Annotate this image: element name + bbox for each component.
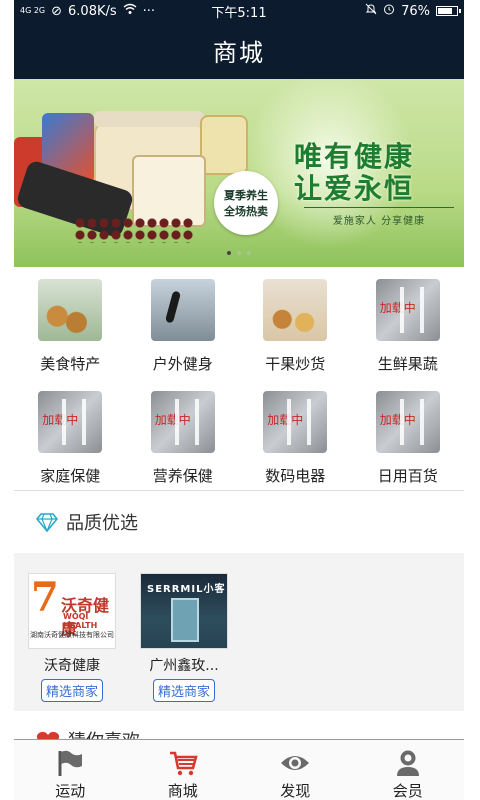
eye-icon: [281, 756, 310, 770]
category-item[interactable]: 干果炒货: [239, 267, 352, 379]
bottom-tab-bar: 运动 商城 发现 会员: [14, 739, 464, 800]
user-icon: [396, 750, 419, 776]
tab-label: 发现: [280, 782, 311, 800]
merchant-tag-button[interactable]: 精选商家: [152, 679, 215, 702]
tab-mall[interactable]: 商城: [127, 740, 240, 800]
merchant-logo: 7 沃奇健康 WOQI HEALTH 湖南沃奇健康科技有限公司: [28, 573, 116, 649]
tab-member[interactable]: 会员: [352, 740, 465, 800]
category-item[interactable]: 加载中 营养保健: [127, 379, 240, 491]
flag-icon: [58, 750, 83, 776]
app-frame: 4G 2G ⊘ 6.08K/s ··· 下午5:11 76% 商城 夏季养生 全…: [14, 0, 464, 800]
category-item[interactable]: 加载中 日用百货: [352, 379, 465, 491]
pills-image: [74, 217, 194, 243]
more-icon: ···: [142, 3, 156, 19]
diamond-icon: [36, 513, 58, 532]
banner-carousel[interactable]: 夏季养生 全场热卖 唯有健康 让爱永恒 爱施家人 分享健康: [14, 79, 464, 267]
category-label: 数码电器: [265, 467, 326, 485]
category-label: 生鲜果蔬: [377, 355, 438, 373]
carousel-dot[interactable]: [227, 251, 231, 255]
merchant-name: 沃奇健康: [44, 658, 100, 674]
category-image: 加载中: [150, 391, 215, 453]
category-item[interactable]: 户外健身: [127, 267, 240, 379]
storefront-image: [171, 598, 199, 642]
banner-slogan: 唯有健康 让爱永恒: [294, 141, 454, 205]
category-label: 干果炒货: [265, 355, 326, 373]
status-bar: 4G 2G ⊘ 6.08K/s ··· 下午5:11 76%: [14, 0, 464, 22]
category-image: [150, 279, 215, 341]
category-item[interactable]: 加载中 家庭保健: [14, 379, 127, 491]
merchant-card[interactable]: SERRMIL小客 广州鑫玫... 精选商家: [138, 573, 230, 702]
tab-discover[interactable]: 发现: [239, 740, 352, 800]
category-item[interactable]: 加载中 生鲜果蔬: [352, 267, 465, 379]
product-jar-small: [200, 115, 248, 175]
merchant-name: 广州鑫玫...: [149, 658, 219, 674]
slogan-subtitle: 爱施家人 分享健康: [304, 207, 454, 227]
merchant-list: 7 沃奇健康 WOQI HEALTH 湖南沃奇健康科技有限公司 沃奇健康 精选商…: [14, 553, 464, 711]
slogan-line2: 让爱永恒: [294, 172, 415, 205]
category-image: 加载中: [375, 279, 440, 341]
tab-label: 会员: [392, 782, 423, 800]
promo-tag-line2: 全场热卖: [224, 205, 268, 218]
logo-brand-en: WOQI HEALTH: [63, 612, 98, 630]
category-label: 家庭保健: [40, 467, 101, 485]
promo-tag: 夏季养生 全场热卖: [214, 171, 278, 235]
category-label: 户外健身: [152, 355, 213, 373]
loading-text: 加载中: [379, 413, 416, 427]
network-type: 4G 2G: [20, 6, 46, 15]
category-item[interactable]: 加载中 数码电器: [239, 379, 352, 491]
carousel-indicator[interactable]: [14, 251, 464, 255]
clock: 下午5:11: [211, 5, 267, 21]
category-grid: 美食特产 户外健身 干果炒货 加载中 生鲜果蔬 加载中 家庭保健 加载中 营养保健 加载中 数码电器…: [14, 267, 464, 491]
logo-number: 7: [31, 574, 59, 621]
battery-icon: [436, 6, 461, 16]
category-image: 加载中: [263, 391, 328, 453]
guess-section-title: 猜你喜欢: [68, 727, 140, 739]
loading-text: 加载中: [42, 413, 79, 427]
loading-text: 加载中: [267, 413, 304, 427]
heart-icon: [36, 731, 60, 739]
no-sim-icon: ⊘: [51, 3, 63, 19]
category-item[interactable]: 美食特产: [14, 267, 127, 379]
carousel-dot[interactable]: [247, 251, 251, 255]
page-title: 商城: [14, 22, 464, 79]
category-image: 加载中: [375, 391, 440, 453]
merchant-tag-button[interactable]: 精选商家: [40, 679, 103, 702]
category-label: 日用百货: [377, 467, 438, 485]
cart-icon: [169, 751, 198, 776]
quality-section-header: 品质优选: [14, 491, 464, 553]
merchant-logo: SERRMIL小客: [140, 573, 228, 649]
logo-company: 湖南沃奇健康科技有限公司: [30, 631, 114, 639]
mute-icon: [365, 3, 377, 19]
tab-label: 商城: [167, 782, 198, 800]
carousel-dot[interactable]: [237, 251, 241, 255]
tab-sport[interactable]: 运动: [14, 740, 127, 800]
merchant-card[interactable]: 7 沃奇健康 WOQI HEALTH 湖南沃奇健康科技有限公司 沃奇健康 精选商…: [26, 573, 118, 702]
promo-tag-line1: 夏季养生: [224, 189, 268, 202]
alarm-icon: [383, 3, 395, 19]
wifi-icon: [123, 3, 137, 19]
loading-text: 加载中: [154, 413, 191, 427]
loading-text: 加载中: [379, 301, 416, 315]
slogan-line1: 唯有健康: [294, 140, 415, 173]
battery-fill: [438, 8, 452, 14]
category-image: 加载中: [38, 391, 103, 453]
battery-percent: 76%: [401, 3, 430, 19]
logo-title: SERRMIL小客: [147, 584, 226, 595]
category-image: [263, 279, 328, 341]
category-label: 营养保健: [152, 467, 213, 485]
guess-section-header: 猜你喜欢: [14, 711, 464, 739]
tab-label: 运动: [55, 782, 86, 800]
runner-figure: [164, 290, 181, 324]
quality-section-title: 品质优选: [66, 513, 138, 534]
network-speed: 6.08K/s: [68, 3, 117, 19]
category-label: 美食特产: [40, 355, 101, 373]
category-image: [38, 279, 103, 341]
